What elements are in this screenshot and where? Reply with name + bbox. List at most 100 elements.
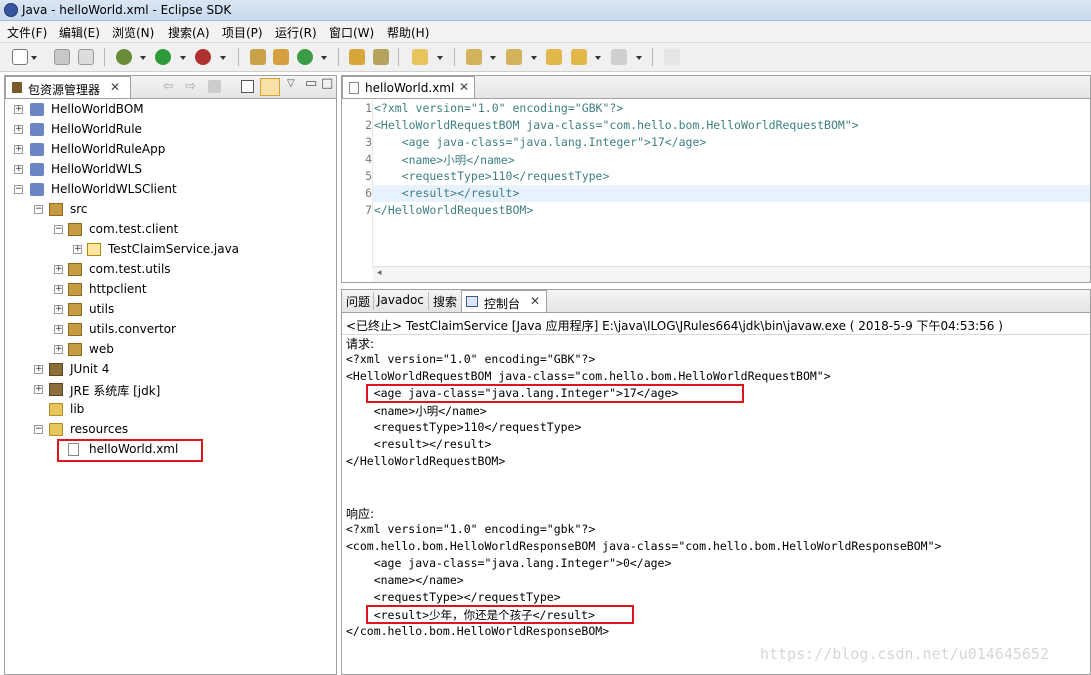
menu-bar: 文件(F) 编辑(E) 浏览(N) 搜索(A) 项目(P) 运行(R) 窗口(W… — [0, 21, 1091, 43]
menu-window[interactable]: 窗口(W) — [329, 24, 374, 41]
expand-icon[interactable]: + — [54, 325, 63, 334]
scroll-left-icon[interactable]: ◂ — [377, 268, 382, 278]
console-line: </HelloWorldRequestBOM> — [346, 454, 506, 468]
menu-file[interactable]: 文件(F) — [7, 24, 47, 41]
maximize-icon[interactable]: □ — [321, 76, 333, 91]
tab-helloworld-xml[interactable]: helloWorld.xml ✕ — [342, 76, 475, 98]
console-line: <name></name> — [346, 573, 464, 587]
search-dropdown-icon[interactable] — [437, 56, 443, 60]
tree-item-helloworldbom[interactable]: + HelloWorldBOM — [5, 100, 335, 120]
tab-package-explorer[interactable]: 包资源管理器 ✕ — [5, 76, 131, 98]
view-menu-icon[interactable]: ▽ — [287, 78, 295, 89]
tree-item-label: HelloWorldWLS — [51, 162, 142, 176]
tree-item-src[interactable]: − src — [5, 200, 335, 220]
close-icon[interactable]: ✕ — [110, 80, 120, 94]
back-icon[interactable] — [571, 49, 587, 65]
new-class-icon[interactable] — [297, 49, 313, 65]
console-output[interactable]: 请求: <?xml version="1.0" encoding="GBK"?>… — [342, 335, 1090, 675]
expand-icon[interactable]: + — [54, 265, 63, 274]
tree-item-jre[interactable]: + JRE 系统库 [jdk] — [5, 380, 335, 400]
expand-icon[interactable]: + — [54, 305, 63, 314]
run-icon[interactable] — [155, 49, 171, 65]
expand-icon[interactable]: + — [34, 365, 43, 374]
tree-item-resources[interactable]: − resources — [5, 420, 335, 440]
package-icon — [68, 343, 82, 356]
open-task-icon[interactable] — [373, 49, 389, 65]
close-icon[interactable]: ✕ — [459, 80, 469, 94]
menu-help[interactable]: 帮助(H) — [387, 24, 429, 41]
code-area[interactable]: 1 2 3 4 5 6 7 <?xml version="1.0" encodi… — [342, 100, 1090, 268]
next-annotation-icon[interactable] — [466, 49, 482, 65]
tab-search[interactable]: 搜索 — [433, 293, 457, 310]
forward-nav-icon[interactable]: ⇨ — [185, 79, 196, 94]
prev-annotation-dropdown-icon[interactable] — [531, 56, 537, 60]
collapse-all-icon[interactable] — [241, 80, 254, 93]
tree-item-helloworldwlsclient[interactable]: − HelloWorldWLSClient — [5, 180, 335, 200]
up-nav-icon[interactable] — [208, 80, 221, 93]
menu-project[interactable]: 项目(P) — [222, 24, 263, 41]
horizontal-scrollbar[interactable]: ◂ — [373, 266, 1090, 282]
menu-search[interactable]: 搜索(A) — [168, 24, 210, 41]
forward-icon[interactable] — [611, 49, 627, 65]
external-tools-icon[interactable] — [195, 49, 211, 65]
ruleapp-project-icon — [30, 143, 44, 156]
menu-edit[interactable]: 编辑(E) — [59, 24, 100, 41]
console-line: <?xml version="1.0" encoding="gbk"?> — [346, 522, 596, 536]
collapse-icon[interactable]: − — [34, 205, 43, 214]
new-package-icon[interactable] — [273, 49, 289, 65]
new-class-dropdown-icon[interactable] — [321, 56, 327, 60]
new-java-project-icon[interactable] — [250, 49, 266, 65]
expand-icon[interactable]: + — [14, 125, 23, 134]
tab-console[interactable]: 控制台 ✕ — [461, 290, 547, 312]
search-icon[interactable] — [412, 49, 428, 65]
expand-icon[interactable]: + — [34, 385, 43, 394]
expand-icon[interactable]: + — [54, 345, 63, 354]
new-dropdown-icon[interactable] — [31, 56, 37, 60]
tree-item-helloworldruleapp[interactable]: + HelloWorldRuleApp — [5, 140, 335, 160]
run-dropdown-icon[interactable] — [180, 56, 186, 60]
collapse-icon[interactable]: − — [34, 425, 43, 434]
tree-item-helloworldrule[interactable]: + HelloWorldRule — [5, 120, 335, 140]
tree-item-com-test-utils[interactable]: + com.test.utils — [5, 260, 335, 280]
tree-item-testclaimservice[interactable]: + TestClaimService.java — [5, 240, 335, 260]
tree-item-lib[interactable]: lib — [5, 400, 335, 420]
close-icon[interactable]: ✕ — [530, 294, 540, 308]
expand-icon[interactable]: + — [14, 145, 23, 154]
tree-item-utils[interactable]: + utils — [5, 300, 335, 320]
save-icon[interactable] — [54, 49, 70, 65]
expand-icon[interactable]: + — [14, 105, 23, 114]
tree-item-com-test-client[interactable]: − com.test.client — [5, 220, 335, 240]
pin-editor-icon[interactable] — [664, 49, 680, 65]
link-with-editor-icon[interactable] — [260, 78, 280, 96]
tab-javadoc[interactable]: Javadoc — [377, 293, 424, 307]
tree-item-web[interactable]: + web — [5, 340, 335, 360]
tree-item-junit4[interactable]: + JUnit 4 — [5, 360, 335, 380]
tree-item-label: utils — [89, 302, 115, 316]
back-dropdown-icon[interactable] — [595, 56, 601, 60]
external-tools-dropdown-icon[interactable] — [220, 56, 226, 60]
tree-item-httpclient[interactable]: + httpclient — [5, 280, 335, 300]
expand-icon[interactable]: + — [54, 285, 63, 294]
tree-item-helloworldwls[interactable]: + HelloWorldWLS — [5, 160, 335, 180]
print-icon[interactable] — [78, 49, 94, 65]
forward-dropdown-icon[interactable] — [636, 56, 642, 60]
collapse-icon[interactable]: − — [54, 225, 63, 234]
tab-problems[interactable]: 问题 — [346, 293, 370, 310]
next-annotation-dropdown-icon[interactable] — [490, 56, 496, 60]
back-nav-icon[interactable]: ⇦ — [163, 79, 174, 94]
expand-icon[interactable]: + — [73, 245, 82, 254]
tree-item-label: HelloWorldWLSClient — [51, 182, 177, 196]
debug-icon[interactable] — [116, 49, 132, 65]
console-icon — [466, 296, 478, 307]
open-type-icon[interactable] — [349, 49, 365, 65]
menu-navigate[interactable]: 浏览(N) — [112, 24, 154, 41]
last-edit-icon[interactable] — [546, 49, 562, 65]
tree-item-utils-convertor[interactable]: + utils.convertor — [5, 320, 335, 340]
collapse-icon[interactable]: − — [14, 185, 23, 194]
expand-icon[interactable]: + — [14, 165, 23, 174]
minimize-icon[interactable]: ▭ — [305, 76, 317, 91]
new-icon[interactable] — [12, 49, 28, 65]
prev-annotation-icon[interactable] — [506, 49, 522, 65]
menu-run[interactable]: 运行(R) — [275, 24, 317, 41]
debug-dropdown-icon[interactable] — [140, 56, 146, 60]
